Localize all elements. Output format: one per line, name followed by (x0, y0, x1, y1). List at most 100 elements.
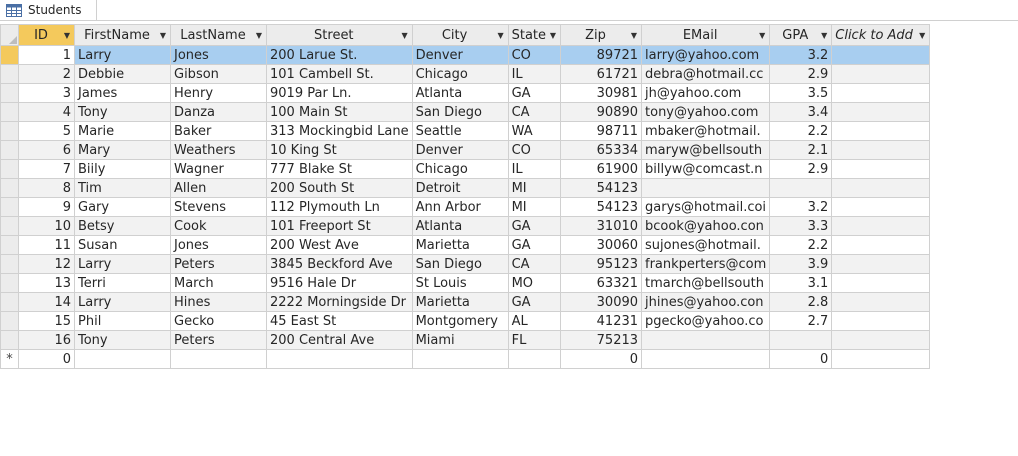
cell-lastname[interactable]: Gibson (170, 64, 267, 84)
table-row[interactable]: 12 Larry Peters 3845 Beckford Ave San Diego C… (0, 254, 931, 274)
cell-zip[interactable]: 0 (560, 349, 643, 369)
table-row[interactable]: 9 Gary Stevens 112 Plymouth Ln Ann Arbor MI 54… (0, 197, 931, 217)
cell-zip[interactable]: 41231 (560, 311, 643, 331)
cell-click-to-add[interactable] (831, 330, 931, 350)
cell-id[interactable]: 1 (18, 45, 75, 65)
cell-email[interactable]: bcook@yahoo.con (641, 216, 771, 236)
cell-email[interactable]: sujones@hotmail. (641, 235, 771, 255)
dropdown-arrow-icon[interactable]: ▼ (550, 31, 556, 40)
cell-street[interactable]: 101 Freeport St (266, 216, 413, 236)
dropdown-arrow-icon[interactable]: ▼ (497, 31, 503, 40)
cell-street[interactable]: 10 King St (266, 140, 413, 160)
record-selector[interactable] (0, 83, 19, 103)
cell-street[interactable]: 200 Central Ave (266, 330, 413, 350)
record-selector[interactable] (0, 159, 19, 179)
cell-street[interactable]: 200 Larue St. (266, 45, 413, 65)
cell-state[interactable]: CO (507, 45, 562, 65)
cell-gpa[interactable]: 0 (769, 349, 833, 369)
cell-state[interactable]: GA (507, 83, 562, 103)
cell-state[interactable]: WA (507, 121, 562, 141)
cell-lastname[interactable]: Stevens (170, 197, 267, 217)
cell-state[interactable]: MO (507, 273, 562, 293)
column-header-state[interactable]: State ▼ (507, 24, 562, 46)
cell-id[interactable]: 7 (18, 159, 75, 179)
cell-id[interactable]: 16 (18, 330, 75, 350)
cell-email[interactable]: mbaker@hotmail. (641, 121, 771, 141)
cell-click-to-add[interactable] (831, 197, 931, 217)
cell-id[interactable]: 0 (18, 349, 75, 369)
cell-firstname[interactable] (74, 349, 171, 369)
record-selector[interactable] (0, 235, 19, 255)
cell-city[interactable]: Atlanta (411, 83, 509, 103)
cell-zip[interactable]: 30090 (560, 292, 643, 312)
cell-street[interactable]: 777 Blake St (266, 159, 413, 179)
cell-state[interactable]: GA (507, 235, 562, 255)
table-row[interactable]: 11 Susan Jones 200 West Ave Marietta GA 30060 s… (0, 235, 931, 255)
cell-id[interactable]: 8 (18, 178, 75, 198)
cell-lastname[interactable]: Weathers (170, 140, 267, 160)
cell-zip[interactable]: 95123 (560, 254, 643, 274)
cell-zip[interactable]: 54123 (560, 178, 643, 198)
cell-state[interactable]: CA (507, 102, 562, 122)
cell-click-to-add[interactable] (831, 311, 931, 331)
dropdown-arrow-icon[interactable]: ▼ (160, 31, 166, 40)
cell-city[interactable]: Marietta (411, 235, 509, 255)
cell-street[interactable]: 200 South St (266, 178, 413, 198)
cell-click-to-add[interactable] (831, 349, 931, 369)
cell-state[interactable]: MI (507, 197, 562, 217)
cell-id[interactable]: 4 (18, 102, 75, 122)
cell-lastname[interactable]: March (170, 273, 267, 293)
column-header-firstname[interactable]: FirstName ▼ (74, 24, 171, 46)
cell-firstname[interactable]: Terri (74, 273, 171, 293)
table-row[interactable]: 5 Marie Baker 313 Mockingbid Lane Seattle WA 9… (0, 121, 931, 141)
cell-state[interactable]: CO (507, 140, 562, 160)
cell-firstname[interactable]: Susan (74, 235, 171, 255)
cell-id[interactable]: 13 (18, 273, 75, 293)
cell-email[interactable]: billyw@comcast.n (641, 159, 771, 179)
cell-id[interactable]: 12 (18, 254, 75, 274)
column-header-zip[interactable]: Zip ▼ (560, 24, 643, 46)
cell-zip[interactable]: 98711 (560, 121, 643, 141)
cell-zip[interactable]: 30060 (560, 235, 643, 255)
cell-lastname[interactable]: Gecko (170, 311, 267, 331)
table-row[interactable]: 7 Biily Wagner 777 Blake St Chicago IL 61900 bi… (0, 159, 931, 179)
record-selector[interactable] (0, 216, 19, 236)
cell-firstname[interactable]: Tim (74, 178, 171, 198)
cell-zip[interactable]: 61721 (560, 64, 643, 84)
cell-city[interactable]: St Louis (411, 273, 509, 293)
cell-firstname[interactable]: Tony (74, 102, 171, 122)
table-row[interactable]: 14 Larry Hines 2222 Morningside Dr Marietta G… (0, 292, 931, 312)
record-selector[interactable] (0, 178, 19, 198)
cell-state[interactable] (507, 349, 562, 369)
cell-street[interactable]: 200 West Ave (266, 235, 413, 255)
cell-gpa[interactable]: 3.9 (769, 254, 833, 274)
cell-click-to-add[interactable] (831, 178, 931, 198)
table-row[interactable]: 16 Tony Peters 200 Central Ave Miami FL 75213 (0, 330, 931, 350)
cell-city[interactable]: Marietta (411, 292, 509, 312)
cell-click-to-add[interactable] (831, 64, 931, 84)
cell-gpa[interactable] (769, 178, 833, 198)
column-header-street[interactable]: Street ▼ (266, 24, 413, 46)
cell-email[interactable]: pgecko@yahoo.co (641, 311, 771, 331)
cell-gpa[interactable]: 2.7 (769, 311, 833, 331)
table-row[interactable]: 10 Betsy Cook 101 Freeport St Atlanta GA 31010… (0, 216, 931, 236)
cell-city[interactable]: Montgomery (411, 311, 509, 331)
cell-zip[interactable]: 90890 (560, 102, 643, 122)
cell-email[interactable]: maryw@bellsouth (641, 140, 771, 160)
cell-id[interactable]: 10 (18, 216, 75, 236)
cell-city[interactable]: Miami (411, 330, 509, 350)
cell-city[interactable]: Ann Arbor (411, 197, 509, 217)
cell-city[interactable] (411, 349, 509, 369)
cell-firstname[interactable]: Betsy (74, 216, 171, 236)
cell-lastname[interactable]: Peters (170, 330, 267, 350)
cell-state[interactable]: AL (507, 311, 562, 331)
cell-email[interactable]: debra@hotmail.cc (641, 64, 771, 84)
cell-email[interactable]: frankperters@com (641, 254, 771, 274)
cell-id[interactable]: 5 (18, 121, 75, 141)
cell-lastname[interactable]: Baker (170, 121, 267, 141)
record-selector[interactable] (0, 121, 19, 141)
cell-click-to-add[interactable] (831, 121, 931, 141)
dropdown-arrow-icon[interactable]: ▼ (631, 31, 637, 40)
cell-lastname[interactable]: Peters (170, 254, 267, 274)
record-selector[interactable] (0, 254, 19, 274)
